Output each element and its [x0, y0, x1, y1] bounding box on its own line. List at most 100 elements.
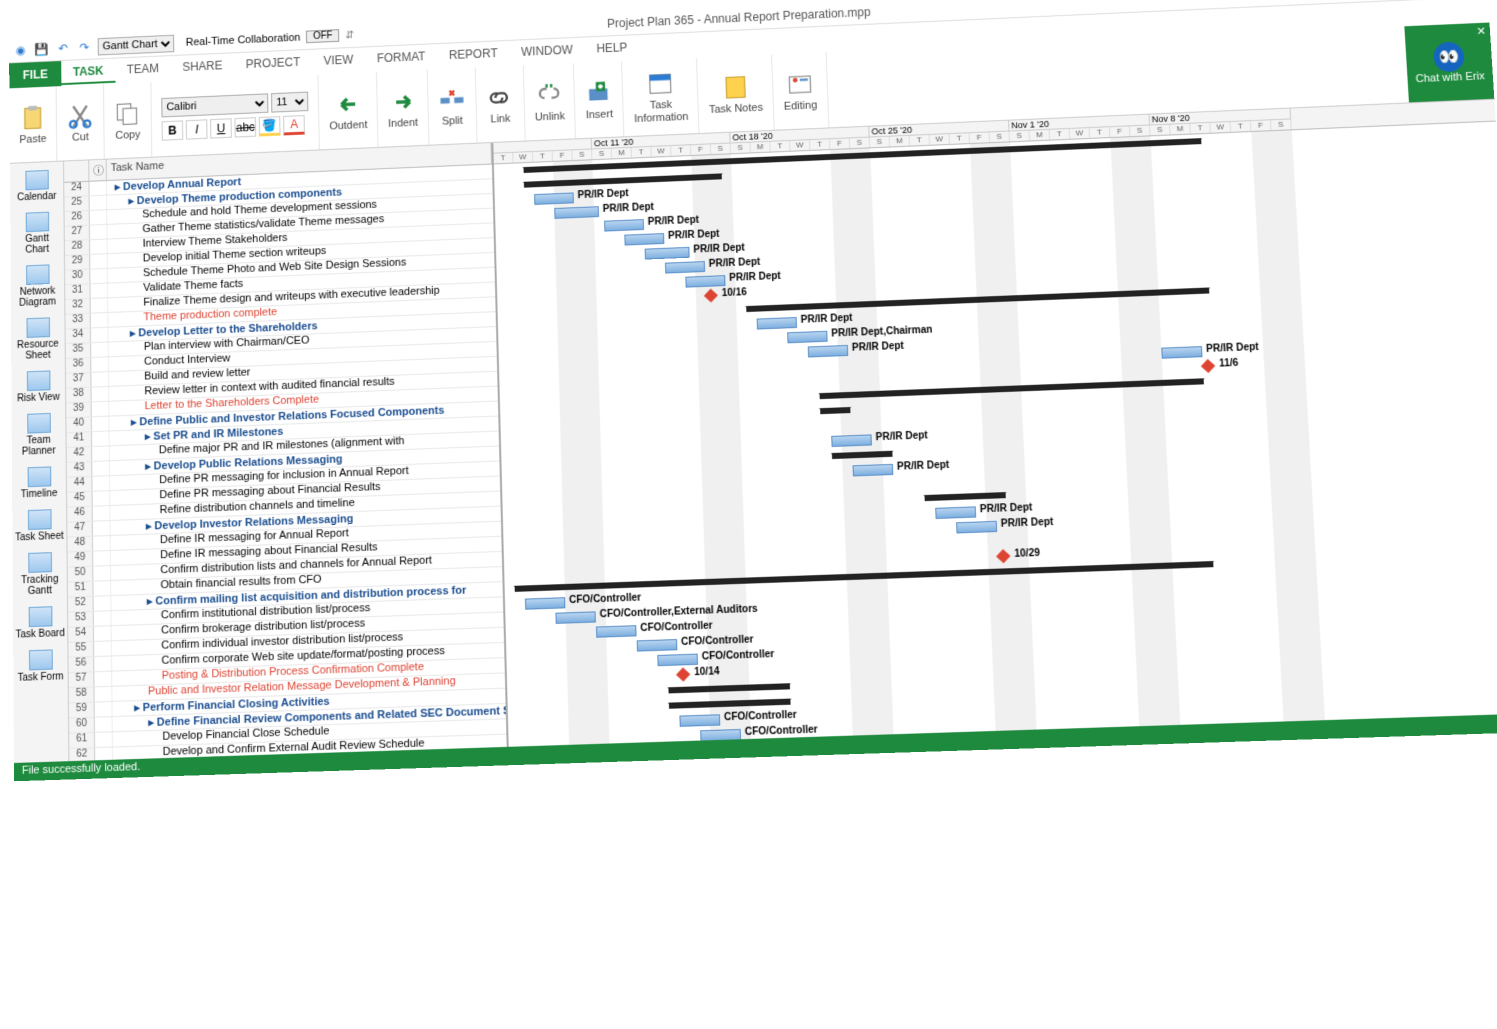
paste-button[interactable]: Paste — [9, 86, 57, 163]
font-name-select[interactable]: Calibri — [161, 93, 268, 117]
view-timeline[interactable]: Timeline — [12, 462, 66, 505]
view-team-planner[interactable]: Team Planner — [12, 408, 66, 462]
undo-icon[interactable]: ↶ — [55, 40, 71, 56]
save-icon[interactable]: 💾 — [34, 41, 50, 57]
view-icon — [28, 606, 52, 627]
task-bar[interactable] — [935, 506, 976, 519]
copy-button[interactable]: Copy — [104, 82, 152, 159]
chat-erix-button[interactable]: ✕ 👀 Chat with Erix — [1404, 23, 1494, 103]
grid-body[interactable]: 24▸ Develop Annual Report25▸ Develop The… — [64, 165, 507, 780]
font-color-button[interactable]: A — [283, 115, 305, 135]
bar-label: CFO/Controller — [745, 724, 818, 738]
info-column[interactable]: ⓘ — [89, 160, 107, 181]
bold-button[interactable]: B — [162, 120, 184, 140]
view-icon — [28, 649, 52, 670]
view-icon — [25, 170, 48, 190]
task-bar[interactable] — [525, 597, 565, 610]
view-risk-view[interactable]: Risk View — [11, 366, 65, 409]
menu-tab-share[interactable]: SHARE — [171, 54, 235, 80]
bar-label: PR/IR Dept — [980, 502, 1033, 515]
task-info-button[interactable]: Task Information — [622, 58, 699, 137]
app-icon: ◉ — [13, 42, 29, 58]
view-calendar[interactable]: Calendar — [10, 165, 64, 207]
chat-close-icon[interactable]: ✕ — [1476, 25, 1486, 38]
milestone-label: 10/19 — [799, 755, 825, 765]
italic-button[interactable]: I — [186, 119, 208, 139]
task-bar[interactable] — [956, 521, 997, 534]
menu-tab-window[interactable]: WINDOW — [509, 38, 585, 65]
summary-bar[interactable] — [832, 451, 893, 459]
editing-group[interactable]: Editing — [772, 52, 829, 130]
bar-label: PR/IR Dept — [852, 341, 904, 354]
gantt-chart[interactable]: Oct 11 '20Oct 18 '20Oct 25 '20Nov 1 '20N… — [493, 100, 1497, 766]
task-bar[interactable] — [685, 275, 725, 288]
milestone[interactable] — [676, 667, 690, 681]
bar-label: PR/IR Dept — [801, 313, 853, 326]
font-group: Calibri 11 B I U abc 🪣 A — [151, 75, 319, 157]
menu-tab-team[interactable]: TEAM — [115, 57, 171, 83]
bar-label: PR/IR Dept — [709, 257, 761, 270]
task-bar[interactable] — [554, 206, 599, 219]
cut-button[interactable]: Cut — [57, 84, 105, 161]
split-button[interactable]: Split — [428, 68, 478, 145]
view-resource-sheet[interactable]: Resource Sheet — [11, 313, 65, 366]
main-area: CalendarGantt ChartNetwork DiagramResour… — [10, 100, 1497, 782]
view-task-sheet[interactable]: Task Sheet — [12, 505, 66, 548]
view-icon — [26, 370, 50, 391]
link-button[interactable]: Link — [476, 65, 526, 142]
task-bar[interactable] — [604, 219, 644, 231]
summary-bar[interactable] — [820, 407, 850, 414]
view-icon — [27, 466, 51, 487]
indent-button[interactable]: Indent — [377, 70, 429, 147]
menu-tab-task[interactable]: TASK — [61, 60, 115, 86]
view-gantt-chart[interactable]: Gantt Chart — [10, 207, 64, 260]
task-bar[interactable] — [637, 639, 678, 652]
task-bar[interactable] — [808, 345, 849, 358]
view-icon — [25, 212, 48, 232]
task-bar[interactable] — [787, 331, 827, 344]
outdent-button[interactable]: Outdent — [319, 72, 379, 149]
insert-button[interactable]: Insert — [574, 61, 624, 138]
view-task-form[interactable]: Task Form — [13, 645, 68, 688]
menu-tab-view[interactable]: VIEW — [312, 48, 366, 74]
bar-label: PR/IR Dept — [693, 243, 745, 256]
font-size-select[interactable]: 11 — [271, 91, 308, 112]
view-icon — [27, 509, 51, 530]
task-bar[interactable] — [657, 654, 698, 667]
task-bar[interactable] — [645, 247, 690, 260]
task-bar[interactable] — [534, 192, 574, 204]
view-task-board[interactable]: Task Board — [13, 602, 67, 645]
fill-color-button[interactable]: 🪣 — [259, 116, 281, 136]
task-bar[interactable] — [679, 714, 720, 727]
underline-button[interactable]: U — [210, 118, 232, 138]
rtc-toggle[interactable]: OFF — [306, 29, 339, 43]
view-icon — [27, 413, 51, 434]
bar-label: PR/IR Dept — [1206, 342, 1259, 355]
bar-label: PR/IR Dept — [648, 215, 700, 228]
bar-label: CFO/Controller — [640, 620, 713, 634]
task-notes-button[interactable]: Task Notes — [697, 54, 774, 133]
task-bar[interactable] — [624, 233, 664, 246]
task-bar[interactable] — [1161, 346, 1202, 359]
redo-icon[interactable]: ↷ — [76, 39, 92, 55]
unlink-button[interactable]: Unlink — [524, 63, 577, 140]
menu-tab-help[interactable]: HELP — [584, 36, 639, 62]
task-bar[interactable] — [596, 625, 637, 638]
task-bar[interactable] — [853, 464, 894, 477]
milestone[interactable] — [780, 756, 794, 765]
menu-tab-format[interactable]: FORMAT — [365, 45, 438, 71]
task-bar[interactable] — [555, 611, 595, 624]
milestone[interactable] — [1201, 359, 1215, 373]
view-selector[interactable]: Gantt Chart — [98, 34, 175, 55]
view-network-diagram[interactable]: Network Diagram — [11, 260, 65, 313]
task-bar[interactable] — [757, 317, 797, 330]
customize-qat-icon[interactable]: ⇵ — [345, 28, 354, 41]
strike-button[interactable]: abc — [235, 117, 257, 137]
task-bar[interactable] — [665, 261, 705, 274]
task-bar[interactable] — [831, 434, 872, 447]
view-tracking-gantt[interactable]: Tracking Gantt — [13, 548, 67, 602]
bar-label: CFO/Controller — [569, 592, 641, 606]
menu-tab-project[interactable]: PROJECT — [234, 51, 312, 78]
menu-tab-report[interactable]: REPORT — [437, 42, 510, 69]
file-menu[interactable]: FILE — [9, 61, 61, 88]
